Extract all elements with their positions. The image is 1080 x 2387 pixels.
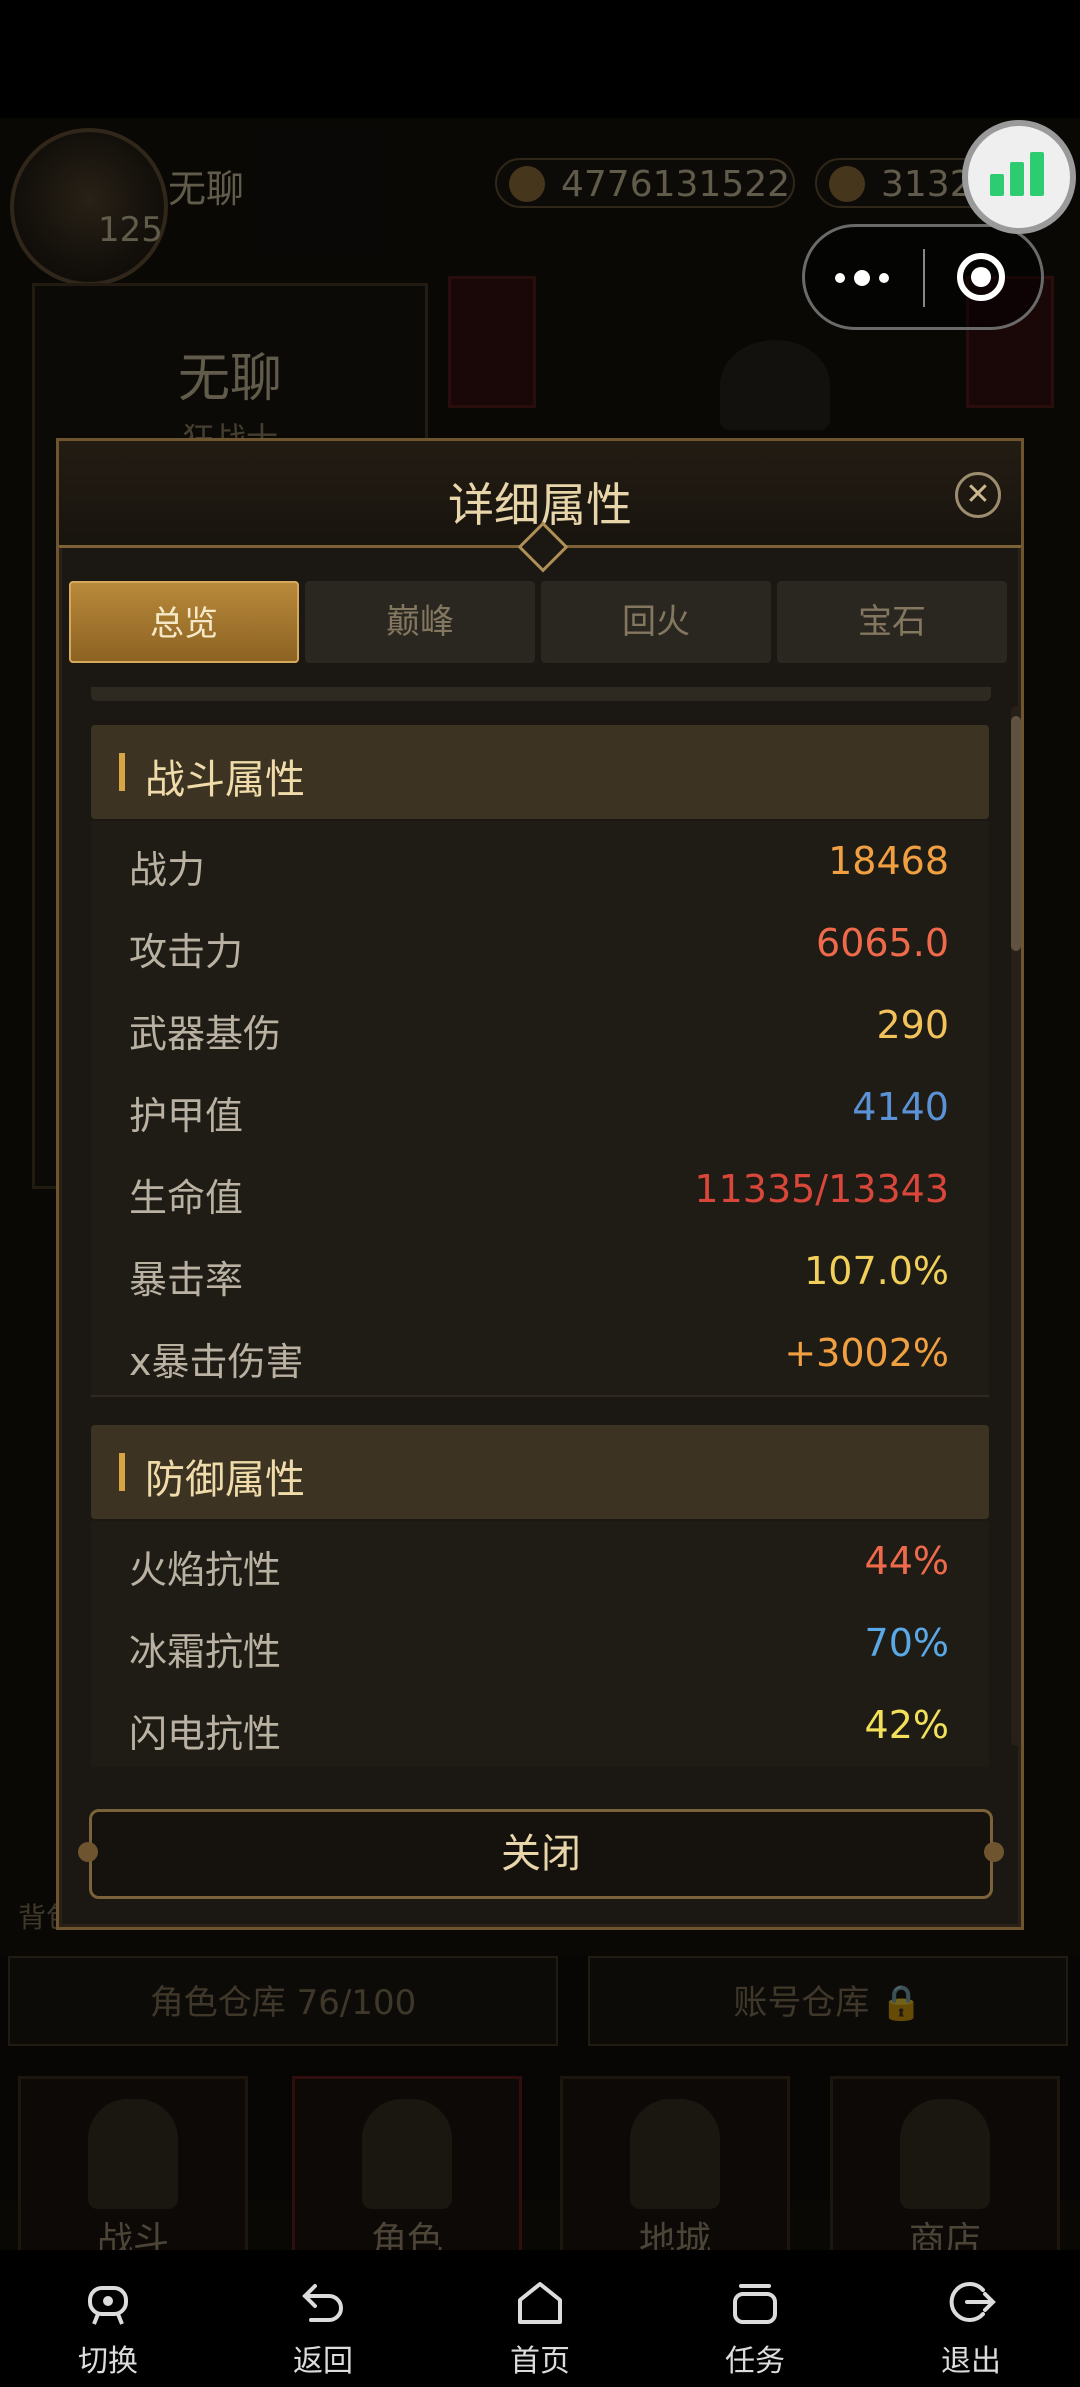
character-helmet-icon [720, 340, 830, 430]
attribute-label: 生命值 [129, 1176, 244, 1220]
tab-overview[interactable]: 总览 [69, 581, 299, 663]
attribute-tabs: 总览 巅峰 回火 宝石 [69, 581, 1015, 665]
attribute-row: 火焰抗性 44% [91, 1521, 989, 1605]
nav-label: 返回 [293, 2344, 353, 2379]
gold-counter: 4776131522 [495, 158, 795, 208]
attribute-label: 冰霜抗性 [129, 1630, 282, 1674]
detail-attributes-dialog: 详细属性 ✕ 总览 巅峰 回火 宝石 战斗属性 战力 18468 攻击力 6065.0… [56, 438, 1024, 1930]
game-tab-character[interactable]: 角色 [292, 2076, 522, 2250]
back-icon [295, 2274, 351, 2330]
close-icon[interactable]: ✕ [955, 472, 1001, 518]
home-icon [512, 2274, 568, 2330]
account-warehouse-label: 账号仓库 [733, 1983, 870, 2023]
attributes-list[interactable]: 战斗属性 战力 18468 攻击力 6065.0 武器基伤 290 护甲值 4140 生命值 11… [91, 687, 1031, 1767]
role-warehouse-label: 角色仓库 76/100 [149, 1983, 417, 2023]
attribute-value: 6065.0 [816, 921, 949, 965]
nav-home[interactable]: 首页 [475, 2274, 605, 2380]
nav-exit[interactable]: 退出 [906, 2274, 1036, 2380]
lock-icon: 🔒 [880, 1983, 923, 2023]
scrollbar-thumb[interactable] [1011, 716, 1021, 951]
attribute-label: x暴击伤害 [129, 1340, 304, 1384]
game-tab-shop[interactable]: 商店 [830, 2076, 1060, 2250]
section-title: 防御属性 [145, 1457, 305, 1503]
attribute-value: 18468 [828, 839, 949, 883]
account-warehouse-button[interactable]: 账号仓库 🔒 [588, 1956, 1068, 2046]
attribute-label: 火焰抗性 [129, 1548, 282, 1592]
attribute-label: 护甲值 [129, 1094, 244, 1138]
nav-label: 退出 [941, 2344, 1001, 2379]
attribute-value: +3002% [784, 1331, 949, 1375]
nav-tasks[interactable]: 任务 [690, 2274, 820, 2380]
game-tab-battle[interactable]: 战斗 [18, 2076, 248, 2250]
player-name: 无聊 [168, 167, 245, 211]
section-header-defense: 防御属性 [91, 1425, 989, 1519]
attribute-row: 武器基伤 290 [91, 985, 989, 1069]
nav-switch[interactable]: 切换 [43, 2274, 173, 2380]
nav-back[interactable]: 返回 [258, 2274, 388, 2380]
switch-icon [80, 2274, 136, 2330]
helmet-icon [362, 2099, 452, 2209]
tasks-icon [727, 2274, 783, 2330]
bag-icon [900, 2099, 990, 2209]
game-tab-label: 地城 [638, 2220, 711, 2250]
capsule-divider [923, 249, 925, 307]
miniprogram-capsule [802, 224, 1044, 330]
attribute-row: 攻击力 6065.0 [91, 903, 989, 987]
close-button[interactable]: 关闭 [78, 1809, 1004, 1899]
attribute-value: 4140 [852, 1085, 949, 1129]
signal-icon[interactable] [962, 120, 1076, 234]
character-name: 无聊 [177, 349, 282, 409]
game-tab-label: 角色 [370, 2220, 443, 2250]
attribute-label: 暴击率 [129, 1258, 244, 1302]
section-header-combat: 战斗属性 [91, 725, 989, 819]
attribute-row: 生命值 11335/13343 [91, 1149, 989, 1233]
close-miniprogram-icon[interactable] [957, 253, 1005, 301]
equipment-slot[interactable] [448, 276, 536, 408]
gate-icon [630, 2099, 720, 2209]
tab-gems[interactable]: 宝石 [777, 581, 1007, 663]
attribute-row: 战力 18468 [91, 821, 989, 905]
attribute-value: 11335/13343 [694, 1167, 949, 1211]
tab-tempering[interactable]: 回火 [541, 581, 771, 663]
attribute-label: 闪电抗性 [129, 1712, 282, 1756]
nav-label: 切换 [78, 2344, 138, 2379]
attribute-row: 护甲值 4140 [91, 1067, 989, 1151]
exit-icon [943, 2274, 999, 2330]
attribute-row: x暴击伤害 +3002% [91, 1313, 989, 1397]
attribute-value: 70% [864, 1621, 949, 1665]
game-tab-label: 战斗 [96, 2220, 169, 2250]
game-bottom-area: 角色仓库 76/100 账号仓库 🔒 战斗 角色 地城 商店 [0, 1956, 1080, 2250]
list-top-edge [91, 687, 991, 701]
game-tab-dungeon[interactable]: 地城 [560, 2076, 790, 2250]
attribute-value: 44% [864, 1539, 949, 1583]
gold-value: 4776131522 [561, 164, 791, 205]
swords-icon [88, 2099, 178, 2209]
player-avatar[interactable] [10, 128, 168, 286]
attribute-label: 武器基伤 [129, 1012, 282, 1056]
section-marker [119, 753, 125, 791]
attribute-row: 冰霜抗性 70% [91, 1603, 989, 1687]
system-navigation-bar: 切换 返回 首页 任务 退出 [0, 2250, 1080, 2387]
attribute-label: 战力 [129, 848, 206, 892]
nav-label: 首页 [510, 2344, 570, 2379]
tab-peak[interactable]: 巅峰 [305, 581, 535, 663]
game-tab-label: 商店 [908, 2220, 981, 2250]
role-warehouse-button[interactable]: 角色仓库 76/100 [8, 1956, 558, 2046]
player-level: 125 [98, 210, 163, 250]
nav-label: 任务 [725, 2344, 785, 2379]
section-title: 战斗属性 [145, 757, 305, 803]
attribute-label: 攻击力 [129, 930, 244, 974]
attribute-value: 107.0% [804, 1249, 949, 1293]
attribute-value: 42% [864, 1703, 949, 1747]
attribute-value: 290 [876, 1003, 949, 1047]
attribute-row: 暴击率 107.0% [91, 1231, 989, 1315]
attribute-row: 闪电抗性 42% [91, 1685, 989, 1767]
more-menu-button[interactable] [805, 227, 923, 327]
section-marker [119, 1453, 125, 1491]
gold-coin-icon [509, 166, 545, 202]
energy-icon [829, 166, 865, 202]
